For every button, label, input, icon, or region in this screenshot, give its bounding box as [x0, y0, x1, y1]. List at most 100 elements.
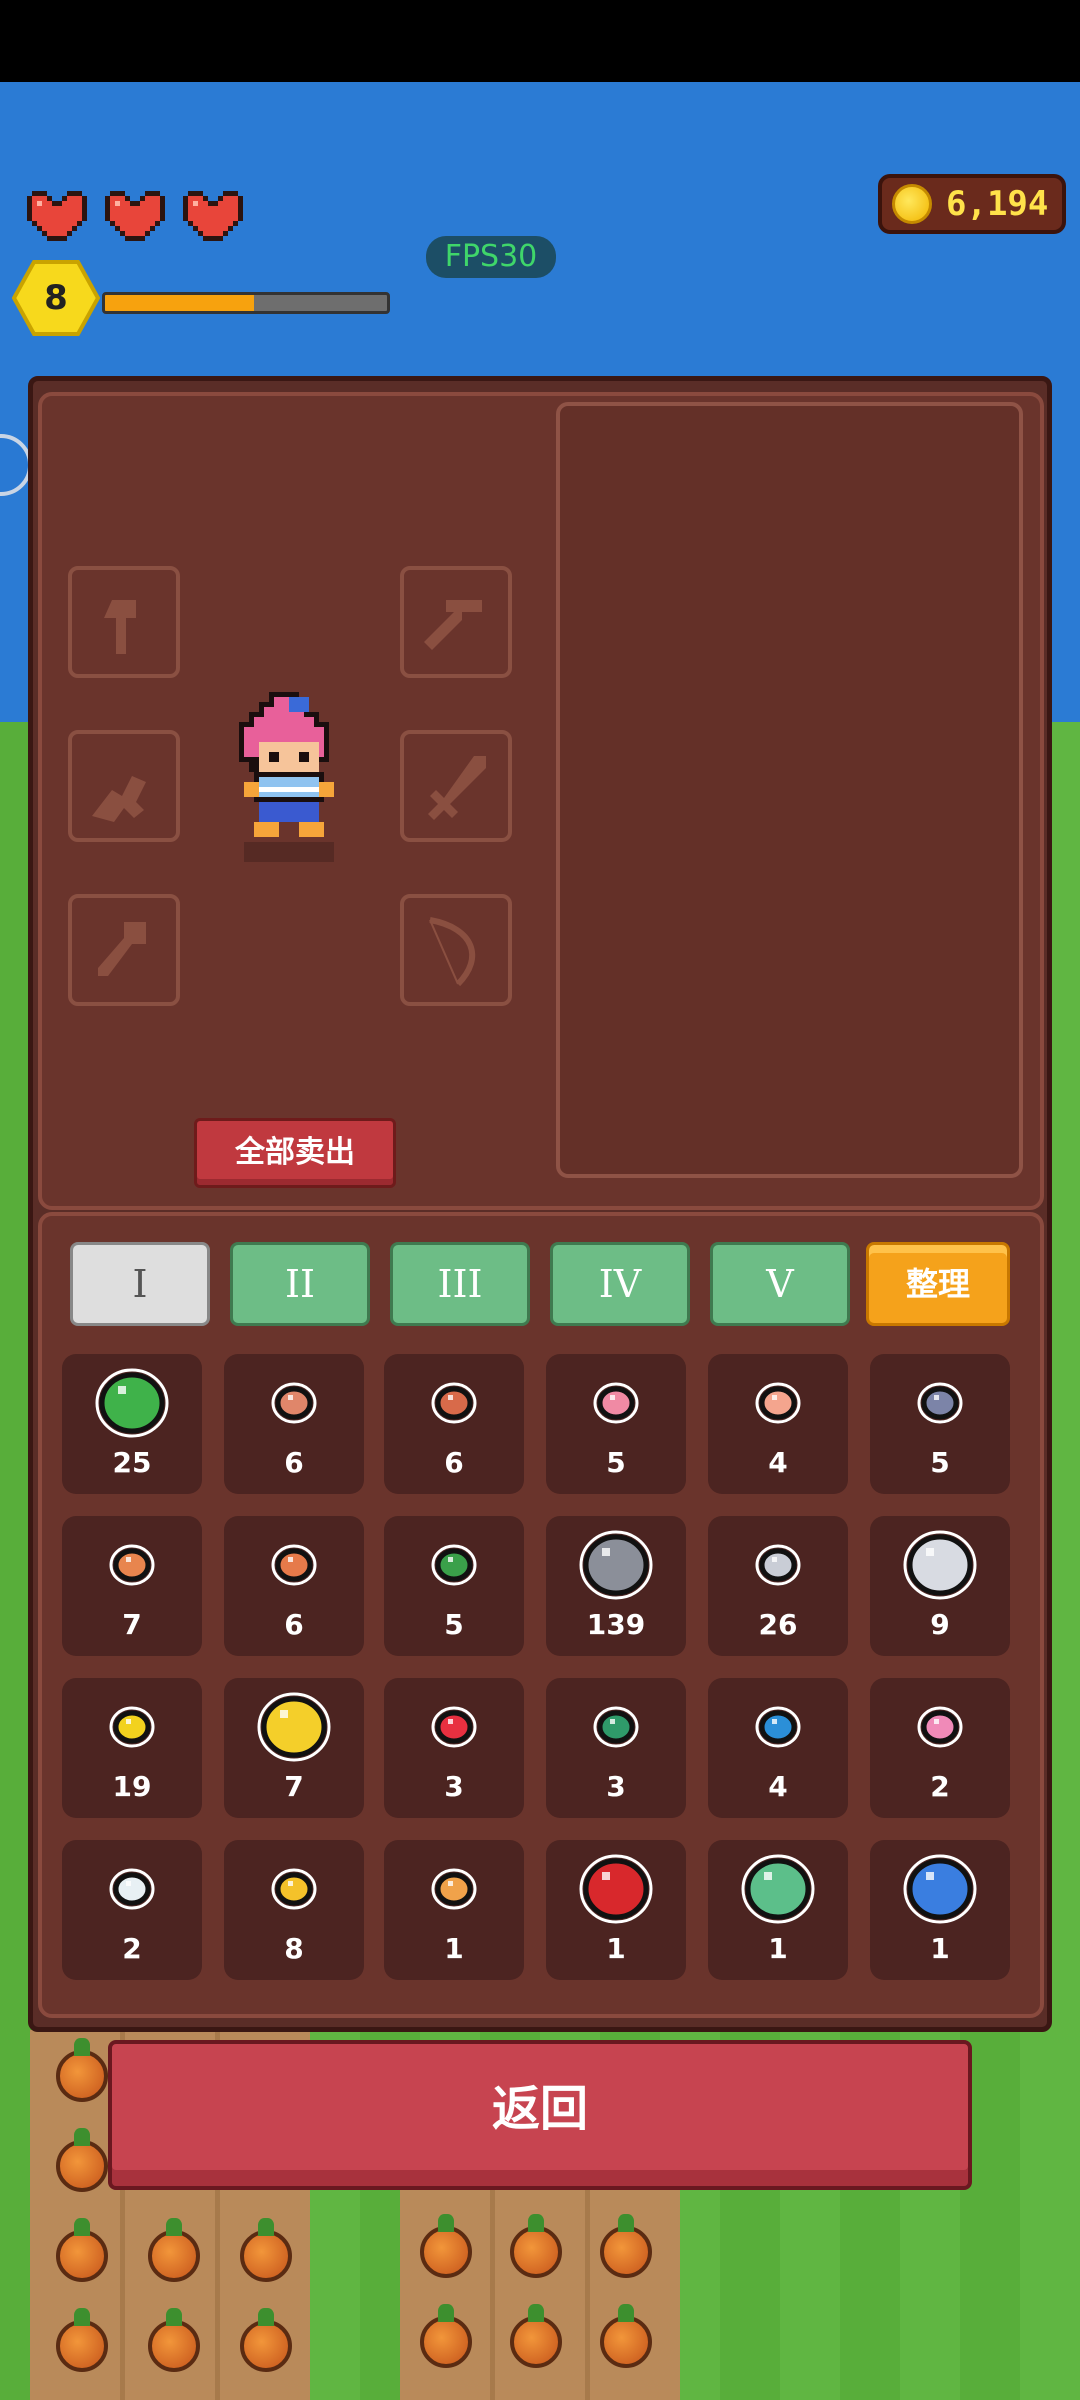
amber-gem-icon [271, 1544, 317, 1586]
green-leaf-gem-icon [431, 1544, 477, 1586]
silver-nugget-icon [755, 1544, 801, 1586]
carrot-crop [148, 2218, 200, 2282]
inventory-slot[interactable]: 9 [870, 1516, 1010, 1656]
inventory-slot[interactable]: 25 [62, 1354, 202, 1494]
inventory-slot[interactable]: 1 [870, 1840, 1010, 1980]
sapphire-large-icon [903, 1854, 977, 1924]
carrot-crop [56, 2038, 108, 2102]
shovel-icon [98, 922, 146, 976]
back-button[interactable]: 返回 [108, 2040, 972, 2190]
tier-tab-5[interactable]: V [710, 1242, 850, 1326]
ruby-small-icon [431, 1706, 477, 1748]
system-status-bar [0, 0, 1080, 82]
item-count: 4 [768, 1446, 788, 1479]
item-count: 1 [768, 1932, 788, 1965]
inventory-slot[interactable]: 3 [546, 1678, 686, 1818]
item-count: 7 [284, 1770, 304, 1803]
coin-counter: 6,194 [878, 174, 1066, 234]
heart-icon [22, 186, 92, 246]
equip-slot-pickaxe[interactable] [400, 566, 512, 678]
inventory-slot[interactable]: 139 [546, 1516, 686, 1656]
item-count: 6 [284, 1608, 304, 1641]
item-count: 7 [122, 1608, 142, 1641]
item-count: 3 [444, 1770, 464, 1803]
inventory-slot[interactable]: 1 [708, 1840, 848, 1980]
emerald-large-icon [741, 1854, 815, 1924]
heart-icon [178, 186, 248, 246]
item-count: 4 [768, 1770, 788, 1803]
carrot-crop [56, 2128, 108, 2192]
equip-slot-sword[interactable] [400, 730, 512, 842]
item-count: 5 [930, 1446, 950, 1479]
copper-ore-icon [271, 1382, 317, 1424]
item-count: 5 [606, 1446, 626, 1479]
inventory-slot[interactable]: 5 [870, 1354, 1010, 1494]
peach-gem-icon [755, 1382, 801, 1424]
copper-gem-icon [431, 1382, 477, 1424]
carrot-crop [56, 2218, 108, 2282]
item-count: 2 [122, 1932, 142, 1965]
inventory-slot[interactable]: 7 [224, 1678, 364, 1818]
pink-crystal-icon [917, 1706, 963, 1748]
coin-value: 6,194 [946, 184, 1049, 224]
emerald-small-icon [593, 1706, 639, 1748]
diamond-icon [109, 1868, 155, 1910]
sell-all-button[interactable]: 全部卖出 [194, 1118, 396, 1188]
inventory-slot[interactable]: 4 [708, 1354, 848, 1494]
carrot-crop [240, 2218, 292, 2282]
inventory-slot[interactable]: 4 [708, 1678, 848, 1818]
xp-fill [105, 295, 255, 311]
inventory-slot[interactable]: 26 [708, 1516, 848, 1656]
carrot-crop [56, 2308, 108, 2372]
equip-slot-bow[interactable] [400, 894, 512, 1006]
tier-tab-3[interactable]: III [390, 1242, 530, 1326]
pumpkin-crop [420, 2214, 472, 2278]
inventory-slot[interactable]: 3 [384, 1678, 524, 1818]
heart-icon [100, 186, 170, 246]
inventory-slot[interactable]: 19 [62, 1678, 202, 1818]
inventory-slot[interactable]: 1 [384, 1840, 524, 1980]
inventory-slot[interactable]: 6 [224, 1516, 364, 1656]
tier-tab-2[interactable]: II [230, 1242, 370, 1326]
player-level: 8 [44, 278, 68, 318]
sapphire-small-icon [755, 1706, 801, 1748]
inventory-slot[interactable]: 5 [384, 1516, 524, 1656]
amber-crystal-icon [431, 1868, 477, 1910]
player-character [239, 692, 334, 862]
slingshot-icon [92, 776, 146, 822]
item-count: 25 [112, 1446, 152, 1479]
inventory-slot[interactable]: 2 [62, 1840, 202, 1980]
item-count: 1 [606, 1932, 626, 1965]
item-count: 8 [284, 1932, 304, 1965]
item-count: 9 [930, 1608, 950, 1641]
inventory-slot[interactable]: 5 [546, 1354, 686, 1494]
equip-slot-shovel[interactable] [68, 894, 180, 1006]
item-count: 19 [112, 1770, 152, 1803]
equip-slot-axe[interactable] [68, 566, 180, 678]
item-count: 139 [586, 1608, 646, 1641]
inventory-slot[interactable]: 1 [546, 1840, 686, 1980]
ruby-large-icon [579, 1854, 653, 1924]
topaz-icon [271, 1868, 317, 1910]
tier-tab-1[interactable]: I [70, 1242, 210, 1326]
silver-bar-icon [903, 1530, 977, 1600]
item-count: 6 [444, 1446, 464, 1479]
bow-icon [429, 917, 476, 987]
item-count: 2 [930, 1770, 950, 1803]
tier-tab-4[interactable]: IV [550, 1242, 690, 1326]
inventory-slot[interactable]: 7 [62, 1516, 202, 1656]
pickaxe-icon [424, 600, 482, 650]
gold-bar-icon [257, 1692, 331, 1762]
item-count: 6 [284, 1446, 304, 1479]
slate-gem-icon [917, 1382, 963, 1424]
equip-slot-slingshot[interactable] [68, 730, 180, 842]
item-count: 1 [930, 1932, 950, 1965]
inventory-slot[interactable]: 2 [870, 1678, 1010, 1818]
inventory-slot[interactable]: 6 [224, 1354, 364, 1494]
orange-gem-icon [109, 1544, 155, 1586]
pumpkin-crop [420, 2304, 472, 2368]
inventory-slot[interactable]: 8 [224, 1840, 364, 1980]
sort-button[interactable]: 整理 [866, 1242, 1010, 1326]
inventory-slot[interactable]: 6 [384, 1354, 524, 1494]
item-count: 1 [444, 1932, 464, 1965]
